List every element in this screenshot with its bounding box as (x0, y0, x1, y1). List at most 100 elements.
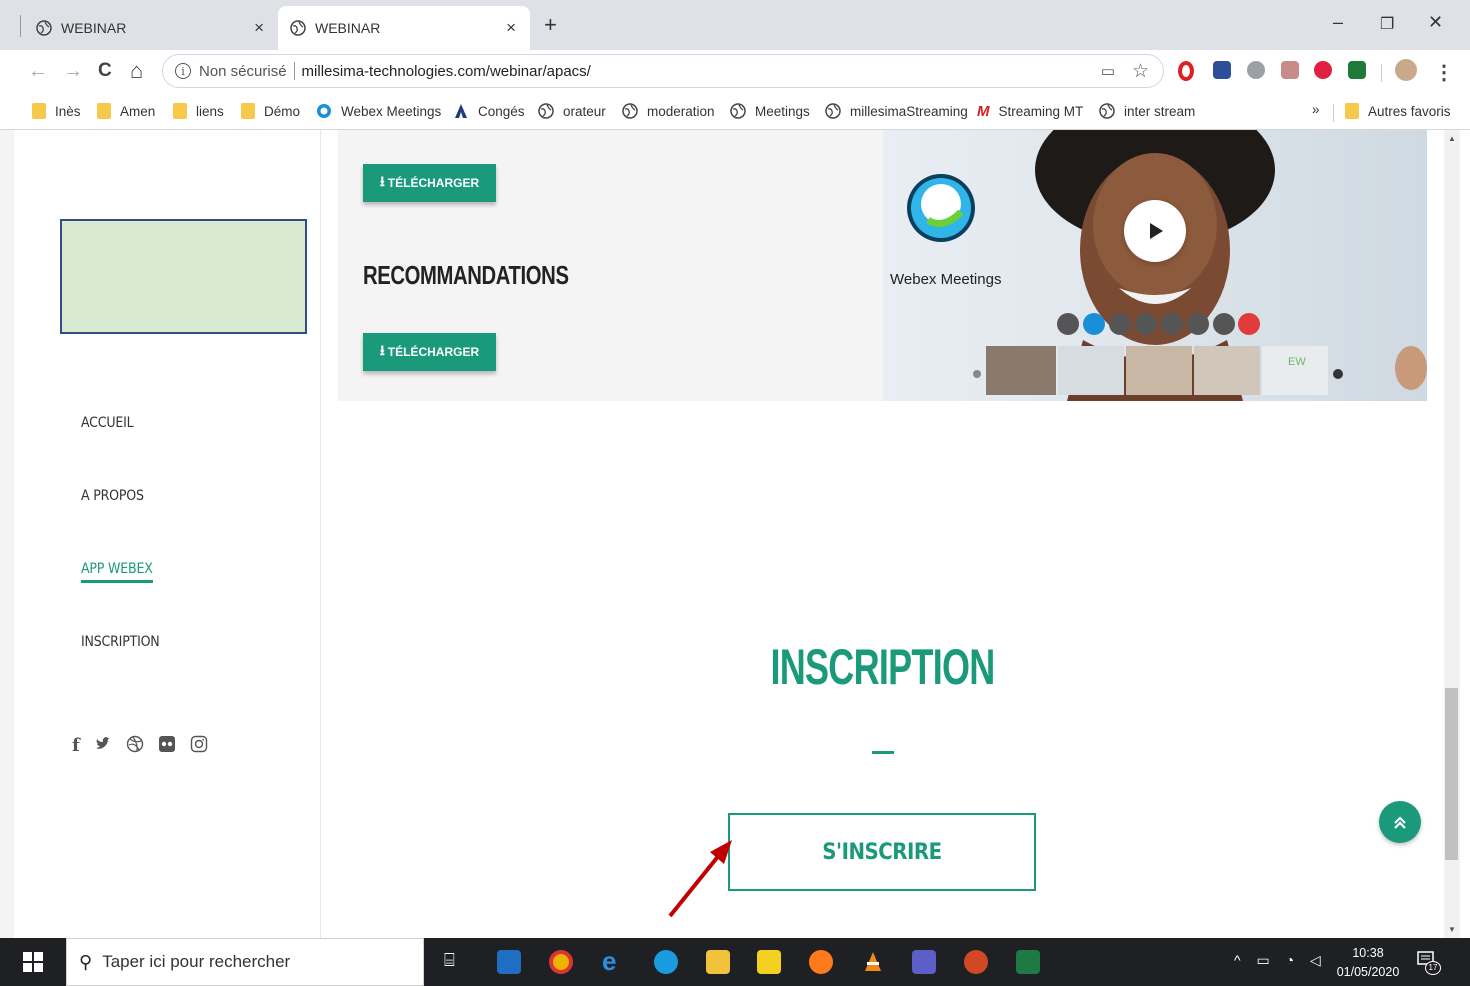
bookmark-conges[interactable]: Congés (453, 103, 525, 119)
download-label: TÉLÉCHARGER (387, 176, 480, 190)
folder-icon (32, 103, 46, 119)
forward-button[interactable]: → (63, 60, 83, 83)
search-placeholder: Taper ici pour rechercher (102, 952, 291, 971)
url-text[interactable]: millesima-technologies.com/webinar/apacs… (302, 63, 591, 80)
search-icon: ⚲ (79, 951, 93, 972)
browser-tab[interactable]: WEBINAR × (20, 6, 278, 50)
extension-icon[interactable] (1247, 61, 1265, 79)
reload-button[interactable]: C (98, 60, 112, 82)
divider (1333, 104, 1334, 122)
pdf-icon[interactable] (1281, 61, 1299, 79)
bookmark-ines[interactable]: Inès (32, 103, 81, 119)
nav-item-app-webex[interactable]: APP WEBEX (81, 561, 153, 583)
bookmarks-overflow-button[interactable]: » (1312, 102, 1320, 117)
restore-button[interactable]: ❐ (1380, 14, 1394, 34)
bookmark-label: Inès (55, 103, 81, 119)
register-button[interactable]: S'INSCRIRE (728, 813, 1036, 891)
scrollbar-thumb[interactable] (1445, 688, 1458, 860)
dribbble-icon[interactable] (126, 735, 144, 753)
bookmark-label: Autres favoris (1368, 103, 1451, 119)
scroll-up-icon[interactable]: ▲ (1448, 134, 1456, 143)
social-links: f (72, 735, 208, 756)
skype-icon[interactable] (654, 950, 678, 974)
divider (1381, 64, 1382, 82)
extension-icon[interactable] (1314, 61, 1332, 79)
sticky-notes-icon[interactable] (757, 950, 781, 974)
menu-icon[interactable]: ⋮ (1434, 60, 1454, 85)
back-button[interactable]: ← (28, 60, 48, 83)
scroll-down-icon[interactable]: ▼ (1448, 925, 1456, 934)
profile-avatar[interactable] (1395, 59, 1417, 81)
flickr-icon[interactable] (158, 735, 176, 753)
scroll-to-top-button[interactable] (1379, 801, 1421, 843)
bookmarks-bar: Inès Amen liens Démo Webex Meetings Cong… (0, 94, 1470, 130)
bookmark-label: millesimaStreaming (850, 103, 968, 119)
bookmark-meetings[interactable]: Meetings (730, 103, 810, 119)
bookmark-label: orateur (563, 103, 606, 119)
bookmark-label: moderation (647, 103, 715, 119)
bookmark-demo[interactable]: Démo (241, 103, 300, 119)
bookmark-webex-meetings[interactable]: Webex Meetings (316, 103, 441, 119)
system-tray[interactable]: ^ ▭ ◔ ◁ (1234, 952, 1327, 969)
bookmark-inter-stream[interactable]: inter stream (1099, 103, 1195, 119)
recommendations-title: RECOMMANDATIONS (363, 260, 569, 290)
vlc-icon[interactable] (861, 950, 885, 974)
home-button[interactable]: ⌂ (130, 58, 143, 84)
extension-icon[interactable] (1213, 61, 1231, 79)
bookmark-amen[interactable]: Amen (97, 103, 155, 119)
edge-icon[interactable]: e (602, 946, 626, 976)
address-bar[interactable]: i Non sécurisé millesima-technologies.co… (162, 54, 1164, 88)
bookmark-other-favorites[interactable]: Autres favoris (1345, 103, 1451, 119)
info-icon[interactable]: i (175, 63, 191, 79)
bookmark-label: liens (196, 103, 224, 119)
nav-item-a-propos[interactable]: A PROPOS (81, 488, 144, 504)
streaming-icon: M (977, 103, 990, 120)
windows-icon (23, 952, 43, 972)
opera-icon[interactable] (1178, 61, 1194, 81)
tab-close-icon[interactable]: × (254, 18, 264, 38)
nav-item-inscription[interactable]: INSCRIPTION (81, 634, 160, 650)
globe-icon (538, 103, 554, 119)
chrome-icon[interactable] (549, 950, 573, 974)
participant-initials: EW (1288, 356, 1306, 368)
firefox-icon[interactable] (809, 950, 833, 974)
time: 10:38 (1352, 946, 1384, 960)
notification-center-button[interactable]: 17 (1416, 950, 1441, 975)
task-view-icon[interactable]: ⌸ (444, 950, 455, 971)
bookmark-label: Meetings (755, 103, 810, 119)
bookmark-streaming-mt[interactable]: M Streaming MT (977, 103, 1083, 120)
download-recommendations-button[interactable]: ⭳ TÉLÉCHARGER (363, 333, 496, 371)
nav-item-accueil[interactable]: ACCUEIL (81, 415, 134, 431)
twitter-icon[interactable] (94, 735, 112, 753)
teams-icon[interactable] (912, 950, 936, 974)
webex-icon (317, 104, 331, 118)
outlook-icon[interactable] (497, 950, 521, 974)
excel-extension-icon[interactable] (1348, 61, 1366, 79)
cast-icon[interactable]: ▭ (1101, 62, 1115, 80)
bookmark-orateur[interactable]: orateur (538, 103, 606, 119)
date: 01/05/2020 (1336, 965, 1400, 979)
bookmark-label: Streaming MT (998, 104, 1084, 119)
close-window-button[interactable]: ✕ (1428, 12, 1443, 33)
instagram-icon[interactable] (190, 735, 208, 753)
facebook-icon[interactable]: f (72, 735, 80, 756)
webex-video-preview[interactable]: Webex Meetings EW (883, 130, 1427, 401)
bookmark-millesima-streaming[interactable]: millesimaStreaming (825, 103, 968, 119)
start-button[interactable] (0, 938, 66, 986)
taskbar-search[interactable]: ⚲ Taper ici pour rechercher (66, 938, 424, 986)
download-label: TÉLÉCHARGER (387, 345, 480, 359)
play-button[interactable] (1124, 200, 1186, 262)
tab-close-icon[interactable]: × (506, 18, 516, 38)
bookmark-liens[interactable]: liens (173, 103, 224, 119)
star-icon[interactable]: ☆ (1132, 60, 1149, 83)
bookmark-label: Démo (264, 103, 301, 119)
browser-tab-active[interactable]: WEBINAR × (278, 6, 530, 50)
powerpoint-icon[interactable] (964, 950, 988, 974)
new-tab-button[interactable]: + (544, 12, 557, 38)
file-explorer-icon[interactable] (706, 950, 730, 974)
bookmark-moderation[interactable]: moderation (622, 103, 715, 119)
minimize-button[interactable]: – (1333, 12, 1343, 33)
taskbar-clock[interactable]: 10:38 01/05/2020 (1336, 944, 1400, 982)
download-button[interactable]: ⭳ TÉLÉCHARGER (363, 164, 496, 202)
excel-icon[interactable] (1016, 950, 1040, 974)
